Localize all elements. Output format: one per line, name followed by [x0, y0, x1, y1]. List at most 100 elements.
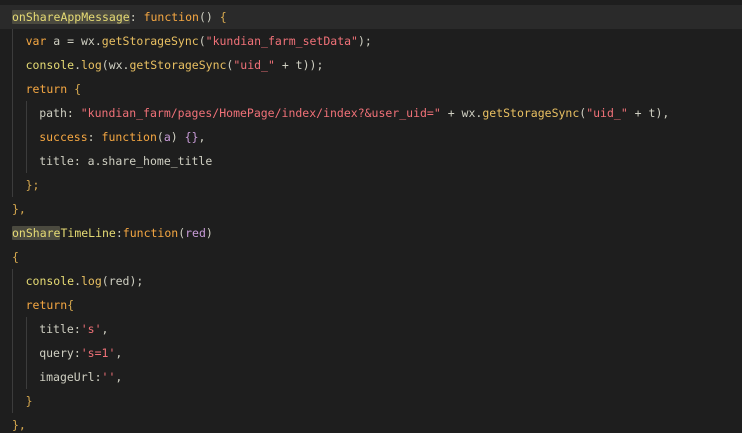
code-line[interactable]: {	[0, 245, 742, 269]
code-token: TimeLine	[60, 226, 116, 240]
indent-guide	[25, 101, 27, 125]
code-token: + t),	[627, 106, 670, 120]
code-token: return	[25, 82, 68, 96]
code-token: "kundian_farm/pages/HomePage/index/index…	[80, 106, 441, 120]
code-token: .	[74, 58, 81, 72]
code-line[interactable]: }	[0, 389, 742, 413]
code-token: getStorageSync	[482, 106, 580, 120]
code-line[interactable]: query:'s=1',	[0, 341, 742, 365]
indent-guide	[25, 317, 27, 341]
code-token: :	[94, 370, 102, 384]
code-token: (wx.	[101, 58, 130, 72]
indent-guide	[12, 365, 13, 389]
code-token: var	[25, 34, 47, 48]
code-token: imageUrl	[39, 370, 95, 384]
code-token: ,	[101, 322, 109, 336]
code-text: },	[12, 413, 26, 433]
code-token: :	[87, 130, 102, 144]
code-token: {	[74, 82, 82, 96]
code-token: 's=1'	[80, 346, 116, 360]
code-token: :	[66, 106, 81, 120]
code-token: query	[39, 346, 74, 360]
indent-guide	[12, 293, 13, 317]
code-token: {	[219, 10, 227, 24]
code-text: imageUrl:'',	[39, 365, 122, 389]
code-token: {	[67, 298, 75, 312]
code-text: var a = wx.getStorageSync("kundian_farm_…	[26, 29, 372, 53]
code-token: ,	[115, 346, 123, 360]
indent-guide	[12, 77, 13, 101]
code-token: onShareAppMessage	[12, 10, 130, 24]
code-token: getStorageSync	[101, 34, 199, 48]
indent-guide	[12, 317, 13, 341]
code-token: ''	[101, 370, 116, 384]
code-text: },	[12, 197, 26, 221]
code-line[interactable]: },	[0, 197, 742, 221]
code-token: + wx.	[440, 106, 483, 120]
code-token: + t));	[274, 58, 324, 72]
code-line[interactable]: console.log(red);	[0, 269, 742, 293]
code-line[interactable]: onShareAppMessage: function() {	[0, 5, 742, 29]
code-token: },	[12, 418, 26, 432]
code-token: function	[122, 226, 179, 240]
indent-guide	[25, 341, 27, 365]
code-token: getStorageSync	[129, 58, 227, 72]
code-token: ()	[198, 10, 220, 24]
code-token: : a.share_home_title	[73, 154, 213, 168]
indent-guide	[12, 173, 13, 197]
code-token: }	[25, 394, 33, 408]
code-editor[interactable]: onShareAppMessage: function() {var a = w…	[0, 0, 742, 433]
code-text: return {	[26, 77, 81, 101]
code-line[interactable]: },	[0, 413, 742, 433]
code-line[interactable]: title:'s',	[0, 317, 742, 341]
code-token: log	[81, 58, 102, 72]
code-token: console	[25, 58, 75, 72]
code-line[interactable]: return{	[0, 293, 742, 317]
code-text: console.log(red);	[26, 269, 144, 293]
code-token: {}	[184, 130, 199, 144]
indent-guide	[12, 101, 13, 125]
code-token: .	[74, 274, 81, 288]
code-line[interactable]: };	[0, 173, 742, 197]
code-token: :	[129, 10, 144, 24]
code-line[interactable]: success: function(a) {},	[0, 125, 742, 149]
indent-guide	[12, 389, 13, 413]
code-token: function	[101, 130, 157, 144]
code-token: :	[73, 346, 81, 360]
code-line[interactable]: onShareTimeLine:function(red)	[0, 221, 742, 245]
code-token: title	[39, 322, 74, 336]
indent-guide	[12, 269, 13, 293]
code-line[interactable]: title: a.share_home_title	[0, 149, 742, 173]
code-text: onShareAppMessage: function() {	[12, 5, 227, 29]
code-token: a	[163, 130, 171, 144]
code-token: )	[170, 130, 185, 144]
code-text: {	[12, 245, 19, 269]
code-token: ,	[115, 370, 123, 384]
code-line[interactable]: return {	[0, 77, 742, 101]
code-token: ,	[198, 130, 206, 144]
indent-guide	[12, 125, 13, 149]
code-line[interactable]: var a = wx.getStorageSync("kundian_farm_…	[0, 29, 742, 53]
code-token: a = wx.	[46, 34, 102, 48]
code-text: path: "kundian_farm/pages/HomePage/index…	[39, 101, 669, 125]
code-line[interactable]: path: "kundian_farm/pages/HomePage/index…	[0, 101, 742, 125]
code-token: success	[39, 130, 88, 144]
code-token: red	[185, 226, 206, 240]
code-token: title	[39, 154, 74, 168]
code-text: }	[26, 389, 33, 413]
code-token: return	[25, 298, 68, 312]
code-token: log	[81, 274, 102, 288]
code-token: :	[73, 322, 81, 336]
indent-guide	[25, 125, 27, 149]
code-text: success: function(a) {},	[39, 125, 205, 149]
indent-guide	[25, 365, 27, 389]
code-token: :	[115, 226, 123, 240]
code-token: };	[25, 178, 40, 192]
code-token: (	[198, 34, 206, 48]
code-token: "kundian_farm_setData"	[205, 34, 358, 48]
code-text: title:'s',	[39, 317, 108, 341]
indent-guide	[25, 149, 27, 173]
code-line[interactable]: console.log(wx.getStorageSync("uid_" + t…	[0, 53, 742, 77]
code-token: function	[143, 10, 199, 24]
code-line[interactable]: imageUrl:'',	[0, 365, 742, 389]
